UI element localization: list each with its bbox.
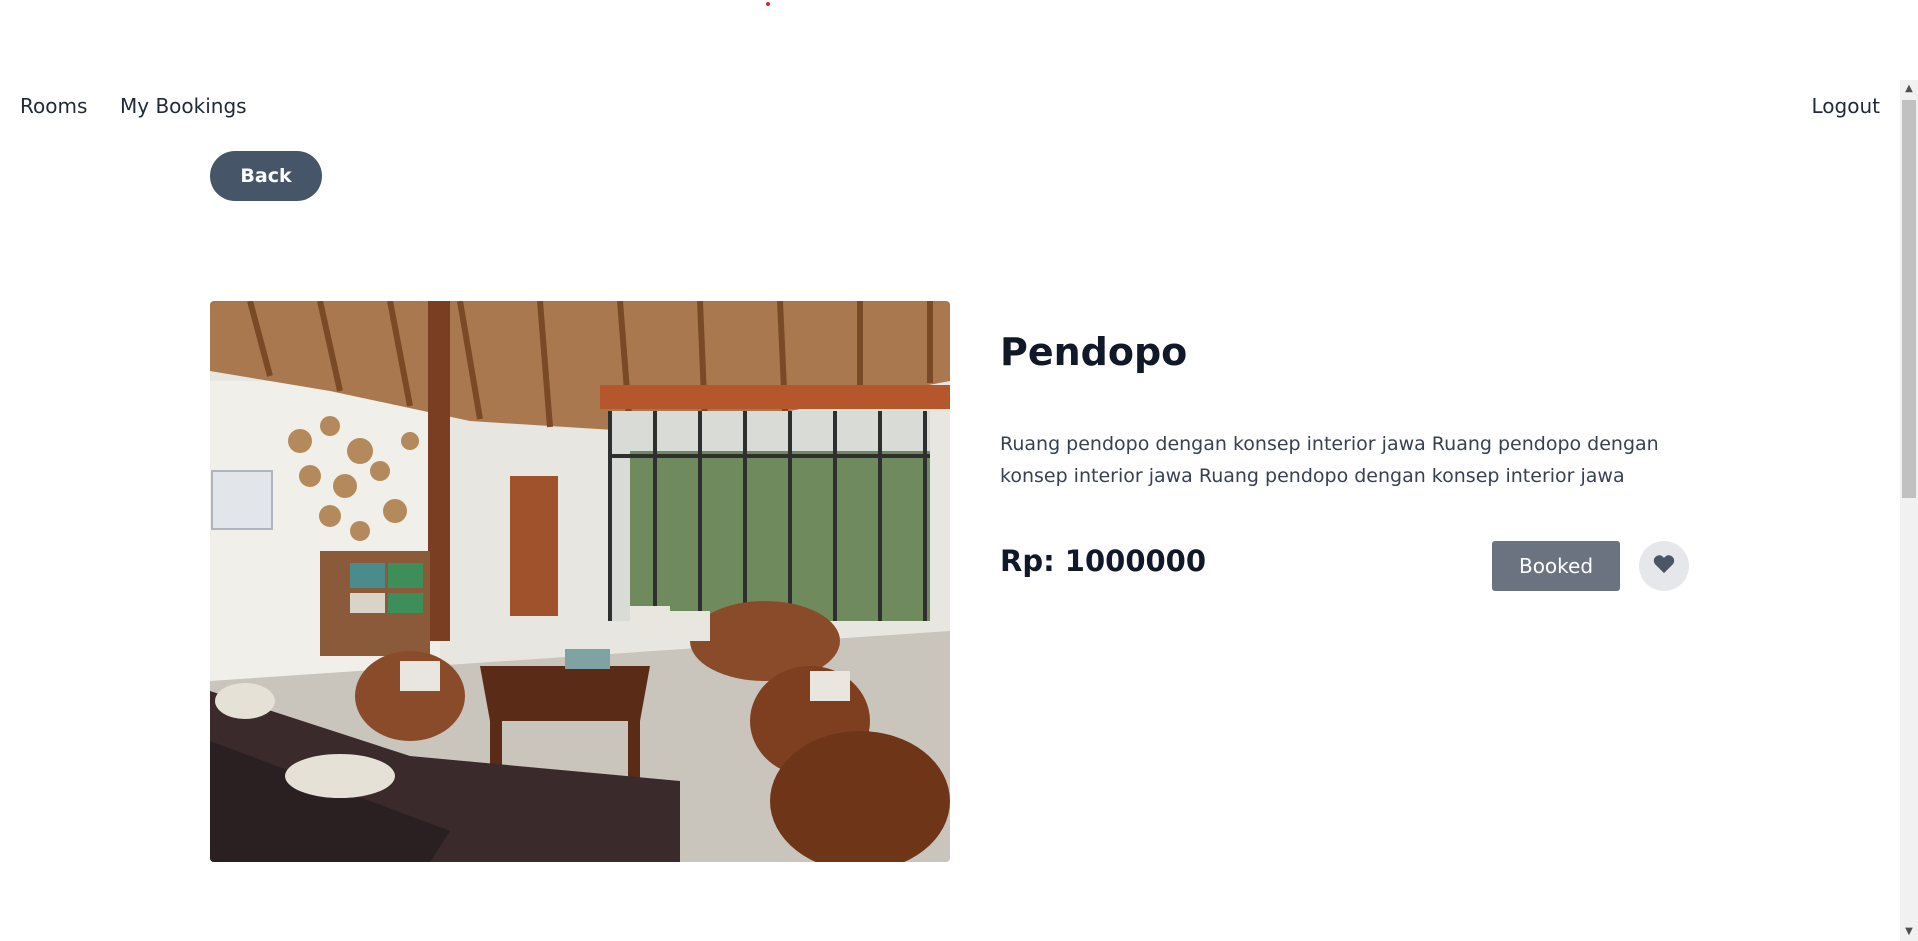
top-nav: Rooms My Bookings Logout (0, 94, 1900, 124)
nav-my-bookings-link[interactable]: My Bookings (120, 94, 247, 118)
back-button[interactable]: Back (210, 151, 322, 201)
booked-button[interactable]: Booked (1492, 541, 1620, 591)
arrow-down-icon[interactable]: ▼ (1900, 923, 1918, 941)
room-description: Ruang pendopo dengan konsep interior jaw… (1000, 433, 1659, 487)
arrow-up-icon[interactable]: ▲ (1900, 80, 1918, 98)
heart-icon (1653, 554, 1675, 578)
vertical-scrollbar[interactable]: ▲ ▼ (1900, 80, 1918, 941)
scrollbar-thumb[interactable] (1902, 100, 1916, 498)
nav-rooms-link[interactable]: Rooms (20, 94, 87, 118)
nav-logout-link[interactable]: Logout (1812, 94, 1880, 118)
room-price: Rp: 1000000 (1000, 544, 1207, 578)
favorite-button[interactable] (1639, 541, 1689, 591)
room-title: Pendopo (1000, 330, 1188, 374)
cursor-dot (766, 2, 770, 6)
room-image (210, 301, 950, 862)
